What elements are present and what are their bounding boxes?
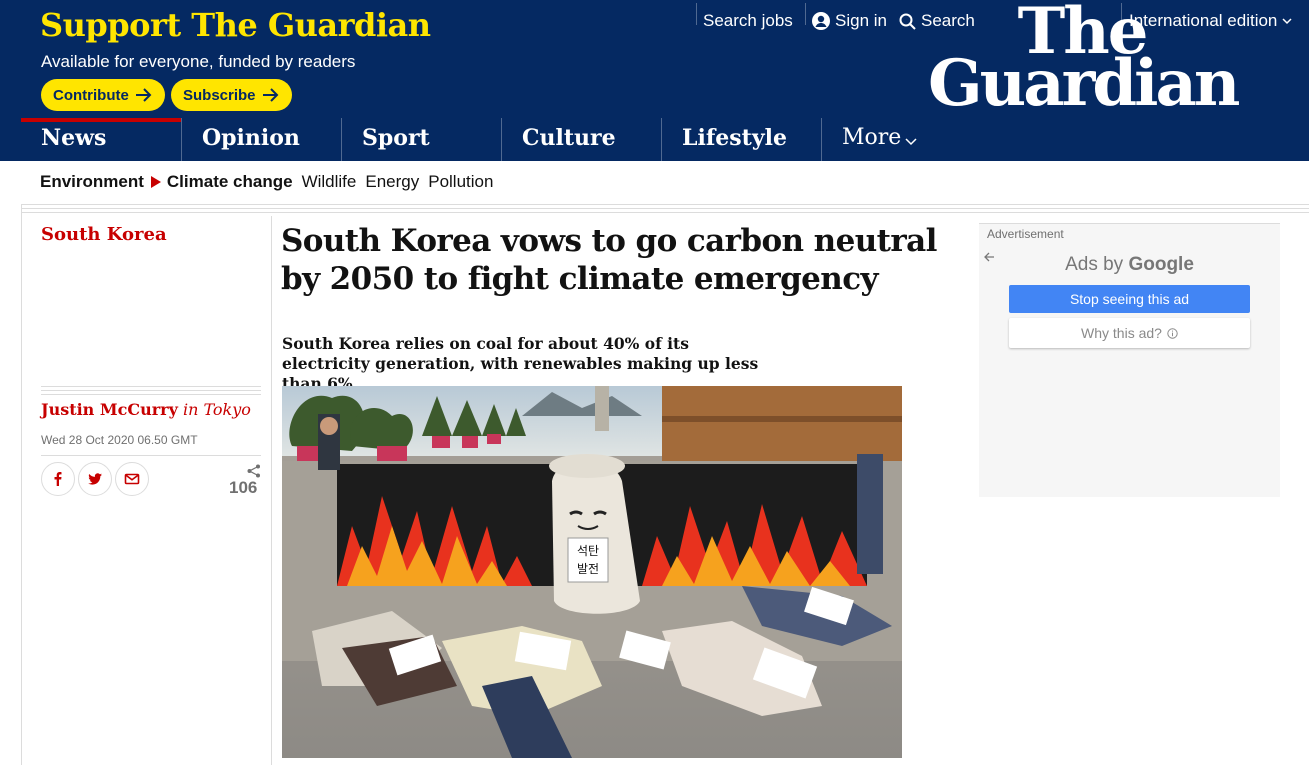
arrow-right-icon bbox=[135, 88, 152, 102]
meta-divider bbox=[41, 386, 261, 387]
search-jobs-label: Search jobs bbox=[703, 11, 793, 30]
meta-divider bbox=[41, 455, 261, 456]
pillar-sport[interactable]: Sport bbox=[341, 118, 501, 161]
pillar-lifestyle-label: Lifestyle bbox=[682, 125, 787, 151]
why-ad-label: Why this ad? bbox=[1081, 325, 1162, 341]
contribute-button[interactable]: Contribute bbox=[41, 79, 165, 111]
support-title: Support The Guardian bbox=[40, 6, 431, 44]
share-twitter-button[interactable] bbox=[78, 462, 112, 496]
meta-divider bbox=[41, 394, 261, 395]
article-headline: South Korea vows to go carbon neutral by… bbox=[281, 223, 937, 297]
why-this-ad-button[interactable]: Why this ad? bbox=[1009, 318, 1250, 348]
more-menu-button[interactable]: More bbox=[821, 118, 981, 161]
guardian-logo[interactable]: The Guardian bbox=[928, 0, 1240, 122]
topbar-divider bbox=[805, 3, 806, 25]
chevron-down-icon bbox=[1282, 18, 1292, 25]
contribute-label: Contribute bbox=[53, 86, 129, 104]
subnav-pollution[interactable]: Pollution bbox=[428, 172, 493, 192]
stop-seeing-ad-button[interactable]: Stop seeing this ad bbox=[1009, 285, 1250, 313]
pillar-culture-label: Culture bbox=[522, 125, 616, 151]
meta-divider bbox=[41, 390, 261, 391]
arrow-right-icon bbox=[262, 88, 278, 102]
ads-by-label: Ads by bbox=[1065, 254, 1124, 275]
user-icon bbox=[812, 12, 830, 30]
ads-by-google: Ads by Google bbox=[979, 254, 1280, 276]
divider bbox=[21, 208, 1309, 209]
share-icon bbox=[247, 464, 260, 478]
series-label[interactable]: South Korea bbox=[41, 224, 167, 245]
author-link[interactable]: Justin McCurry bbox=[41, 400, 178, 419]
section-subnav: Environment Climate change Wildlife Ener… bbox=[40, 172, 493, 192]
twitter-icon bbox=[88, 473, 102, 485]
divider bbox=[21, 204, 1309, 205]
pillar-news-label: News bbox=[41, 125, 107, 151]
pillar-culture[interactable]: Culture bbox=[501, 118, 661, 161]
share-email-button[interactable] bbox=[115, 462, 149, 496]
share-facebook-button[interactable] bbox=[41, 462, 75, 496]
subnav-environment[interactable]: Environment bbox=[40, 172, 144, 192]
byline-location: in Tokyo bbox=[182, 400, 251, 419]
protest-photo: 석탄 발전 bbox=[282, 386, 902, 758]
info-icon bbox=[1167, 327, 1178, 339]
pillar-opinion-label: Opinion bbox=[202, 125, 300, 151]
search-jobs-link[interactable]: Search jobs bbox=[703, 8, 793, 34]
search-icon bbox=[899, 13, 916, 30]
subnav-climate-change[interactable]: Climate change bbox=[167, 172, 293, 192]
chevron-down-icon bbox=[905, 138, 917, 146]
image-sign-line-1: 석탄 bbox=[577, 544, 599, 558]
subnav-energy[interactable]: Energy bbox=[365, 172, 419, 192]
share-count: 106 bbox=[229, 478, 258, 497]
pillar-opinion[interactable]: Opinion bbox=[181, 118, 341, 161]
more-label: More bbox=[842, 125, 902, 150]
masthead: Support The Guardian Available for every… bbox=[0, 0, 1309, 161]
sign-in-label: Sign in bbox=[835, 11, 887, 30]
email-icon bbox=[124, 473, 140, 485]
stop-ad-label: Stop seeing this ad bbox=[1069, 291, 1190, 307]
ad-label: Advertisement bbox=[987, 227, 1064, 241]
article-main-image[interactable]: 석탄 발전 bbox=[282, 386, 902, 758]
column-divider bbox=[271, 216, 272, 765]
google-brand: Google bbox=[1128, 254, 1194, 275]
image-sign-line-2: 발전 bbox=[577, 562, 599, 576]
topbar-divider bbox=[696, 3, 697, 25]
subscribe-button[interactable]: Subscribe bbox=[171, 79, 292, 111]
divider bbox=[21, 212, 1309, 213]
byline: Justin McCurry in Tokyo bbox=[41, 400, 251, 419]
pillar-sport-label: Sport bbox=[362, 125, 430, 151]
subscribe-label: Subscribe bbox=[183, 86, 256, 104]
subnav-wildlife[interactable]: Wildlife bbox=[302, 172, 357, 192]
publish-date: Wed 28 Oct 2020 06.50 GMT bbox=[41, 433, 198, 447]
advertisement-slot: Advertisement Ads by Google Stop seeing … bbox=[979, 223, 1280, 497]
triangle-right-icon bbox=[150, 176, 161, 188]
logo-line-2: Guardian bbox=[928, 46, 1240, 122]
support-subtitle: Available for everyone, funded by reader… bbox=[41, 52, 356, 71]
pillar-news[interactable]: News bbox=[21, 118, 181, 161]
column-divider bbox=[21, 204, 22, 765]
pillar-lifestyle[interactable]: Lifestyle bbox=[661, 118, 821, 161]
sign-in-link[interactable]: Sign in bbox=[812, 8, 887, 34]
article-standfirst: South Korea relies on coal for about 40%… bbox=[282, 334, 759, 393]
facebook-icon bbox=[54, 472, 62, 486]
